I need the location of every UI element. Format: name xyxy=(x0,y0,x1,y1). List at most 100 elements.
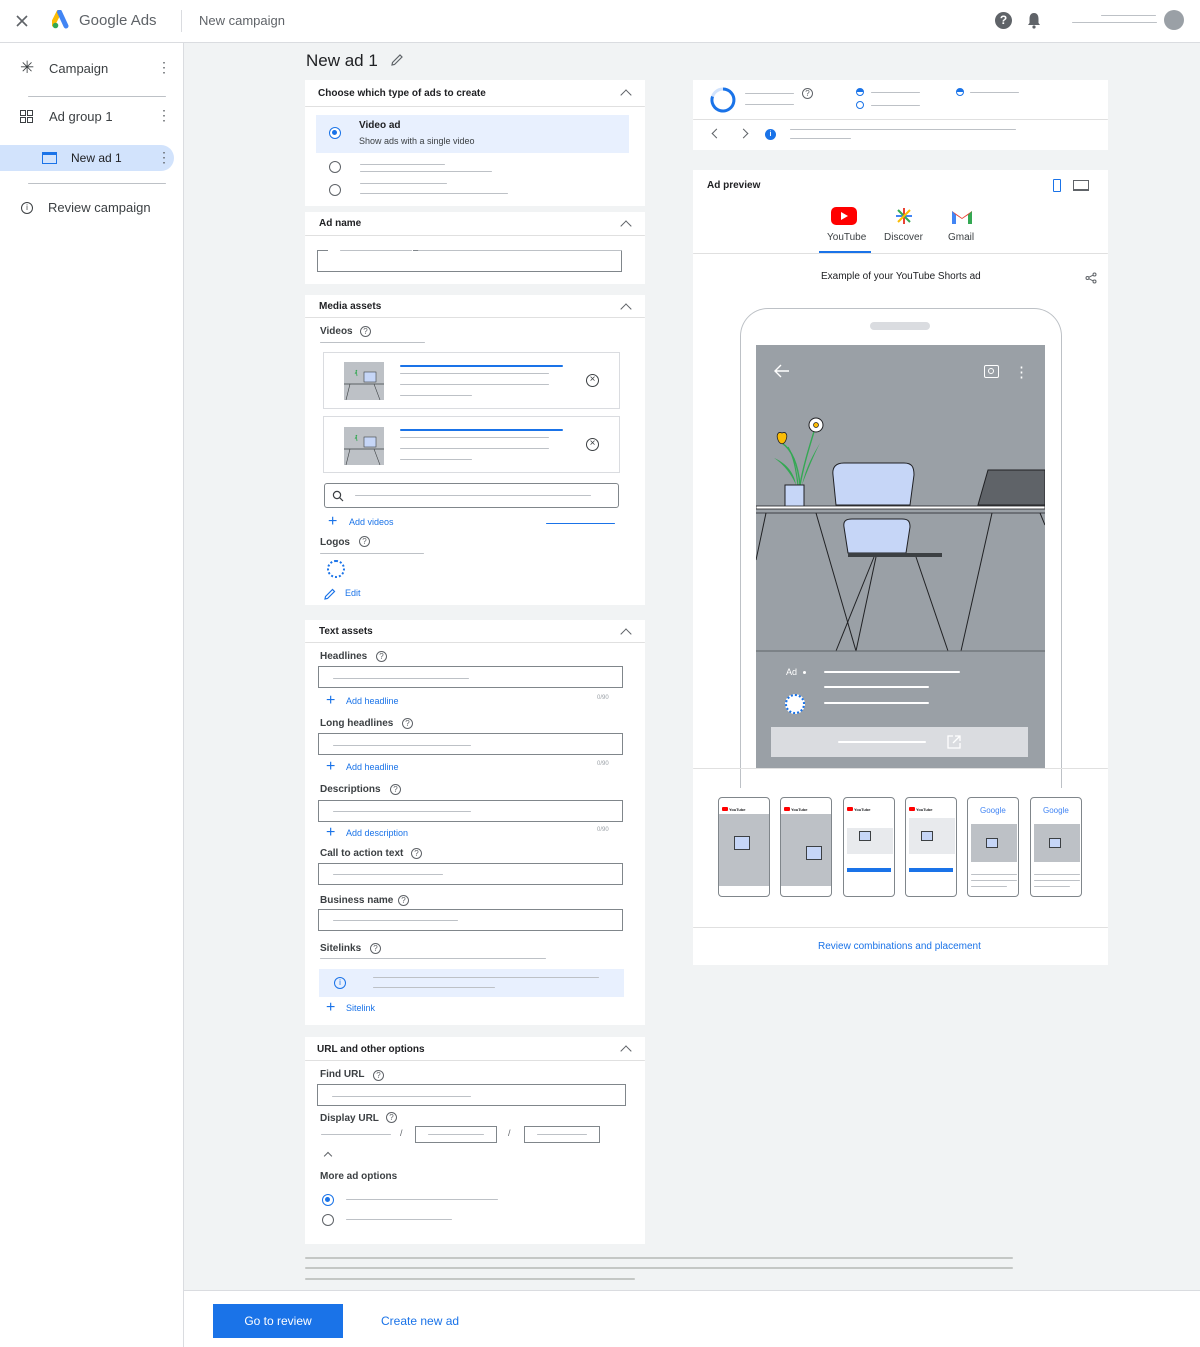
help-icon[interactable]: ? xyxy=(360,326,371,337)
chevron-up-icon[interactable] xyxy=(620,89,632,101)
avatar[interactable] xyxy=(1164,10,1184,30)
plus-icon: + xyxy=(326,824,336,841)
business-name-input[interactable] xyxy=(318,909,623,931)
go-to-review-button[interactable]: Go to review xyxy=(213,1304,343,1338)
edit-pencil-icon[interactable] xyxy=(390,53,404,67)
more-vert-icon[interactable]: ⋮ xyxy=(157,59,171,76)
add-headline-link[interactable]: Add headline xyxy=(346,696,399,706)
chevron-up-icon[interactable] xyxy=(620,628,632,640)
char-counter: 0/90 xyxy=(597,827,609,833)
close-icon[interactable] xyxy=(14,13,30,29)
chevron-up-icon[interactable] xyxy=(620,1045,632,1057)
video-search-input[interactable] xyxy=(324,483,619,508)
final-url-input[interactable] xyxy=(317,1084,626,1106)
section-title: URL and other options xyxy=(317,1044,425,1055)
chair-sketch xyxy=(986,838,998,848)
create-new-ad-button[interactable]: Create new ad xyxy=(381,1314,459,1328)
tab-gmail[interactable]: Gmail xyxy=(943,203,983,251)
chevron-right-icon[interactable] xyxy=(738,128,749,139)
path2-input[interactable] xyxy=(524,1126,600,1143)
remove-icon[interactable]: × xyxy=(586,438,599,451)
bell-icon[interactable] xyxy=(1026,12,1042,29)
path1-input[interactable] xyxy=(415,1126,497,1143)
preview-thumbnail-youtube-3[interactable]: YouTube xyxy=(843,797,895,897)
preview-thumbnail-youtube-4[interactable]: YouTube xyxy=(905,797,957,897)
long-headline-input[interactable] xyxy=(318,733,623,755)
sidebar-item-ad-group[interactable]: Ad group 1 ⋮ xyxy=(0,105,184,129)
edit-pencil-icon[interactable] xyxy=(324,587,336,600)
cta-button-placeholder[interactable] xyxy=(771,727,1028,757)
remove-icon[interactable]: × xyxy=(586,374,599,387)
ad-badge: Ad xyxy=(786,667,798,677)
cta-input[interactable] xyxy=(318,863,623,885)
video-item[interactable]: × xyxy=(323,416,620,473)
mobile-device-icon[interactable] xyxy=(1053,179,1061,192)
business-name-label: Business name xyxy=(320,895,394,906)
thumb-brand: Google xyxy=(980,806,1006,815)
text-placeholder xyxy=(745,93,794,94)
sidebar-item-new-ad[interactable]: New ad 1 ⋮ xyxy=(0,145,174,171)
text-placeholder xyxy=(971,880,1017,881)
text-placeholder xyxy=(790,138,851,139)
radio-ad-type-3[interactable] xyxy=(329,184,341,196)
headline-input[interactable] xyxy=(318,666,623,688)
tab-discover[interactable]: Discover xyxy=(880,203,928,251)
add-sitelink-link[interactable]: Sitelink xyxy=(346,1003,375,1013)
add-long-headline-link[interactable]: Add headline xyxy=(346,762,399,772)
sidebar-item-review[interactable]: i Review campaign xyxy=(0,196,184,220)
text-placeholder xyxy=(355,495,591,496)
preview-thumbnail-youtube-1[interactable]: YouTube xyxy=(718,797,770,897)
chevron-up-icon[interactable] xyxy=(323,1151,333,1161)
link-placeholder[interactable] xyxy=(546,523,615,524)
ad-type-option-video[interactable]: Video ad Show ads with a single video xyxy=(316,115,629,153)
chevron-up-icon[interactable] xyxy=(620,220,632,232)
preview-thumbnail-google-1[interactable]: Google xyxy=(967,797,1019,897)
help-icon[interactable]: ? xyxy=(402,718,413,729)
ad-name-card: Ad name xyxy=(305,212,645,284)
help-icon[interactable]: ? xyxy=(995,12,1012,29)
help-icon[interactable]: ? xyxy=(802,88,813,99)
youtube-icon xyxy=(847,807,853,811)
chevron-left-icon[interactable] xyxy=(711,128,722,139)
help-icon[interactable]: ? xyxy=(370,943,381,954)
logos-label: Logos xyxy=(320,537,350,548)
video-title-placeholder xyxy=(400,365,563,367)
help-icon[interactable]: ? xyxy=(373,1070,384,1081)
radio-ad-type-2[interactable] xyxy=(329,161,341,173)
edit-logo-link[interactable]: Edit xyxy=(345,588,361,598)
help-icon[interactable]: ? xyxy=(386,1112,397,1123)
sidebar-item-campaign[interactable]: ✳ Campaign ⋮ xyxy=(0,57,184,81)
desktop-device-icon[interactable] xyxy=(1073,180,1089,191)
help-icon[interactable]: ? xyxy=(376,651,387,662)
more-vert-icon[interactable]: ⋮ xyxy=(157,149,171,166)
preview-thumbnail-youtube-2[interactable]: YouTube xyxy=(780,797,832,897)
share-icon[interactable] xyxy=(1085,271,1097,284)
add-description-link[interactable]: Add description xyxy=(346,828,408,838)
radio-video-ad[interactable] xyxy=(329,127,341,139)
help-icon[interactable]: ? xyxy=(411,848,422,859)
divider xyxy=(693,927,1108,928)
more-vert-icon[interactable]: ⋮ xyxy=(157,107,171,124)
description-input[interactable] xyxy=(318,800,623,822)
help-icon[interactable]: ? xyxy=(359,536,370,547)
add-videos-link[interactable]: Add videos xyxy=(349,517,394,527)
ad-name-input[interactable] xyxy=(317,247,622,272)
tab-youtube[interactable]: YouTube xyxy=(819,203,871,253)
top-bar: Google Ads New campaign ? xyxy=(0,0,1200,43)
help-icon[interactable]: ? xyxy=(398,895,409,906)
help-icon[interactable]: ? xyxy=(390,784,401,795)
radio-more-option-2[interactable] xyxy=(322,1214,334,1226)
thumb-cta xyxy=(909,868,953,872)
radio-more-option-1[interactable] xyxy=(322,1194,334,1206)
youtube-icon xyxy=(909,807,915,811)
text-placeholder xyxy=(346,1219,452,1220)
review-combinations-link[interactable]: Review combinations and placement xyxy=(818,941,981,952)
phone-speaker xyxy=(870,322,930,330)
video-item[interactable]: × xyxy=(323,352,620,409)
text-placeholder xyxy=(360,193,508,194)
text-placeholder xyxy=(333,874,443,875)
text-placeholder xyxy=(537,1134,587,1135)
preview-thumbnail-google-2[interactable]: Google xyxy=(1030,797,1082,897)
chevron-up-icon[interactable] xyxy=(620,303,632,315)
divider xyxy=(28,96,166,97)
